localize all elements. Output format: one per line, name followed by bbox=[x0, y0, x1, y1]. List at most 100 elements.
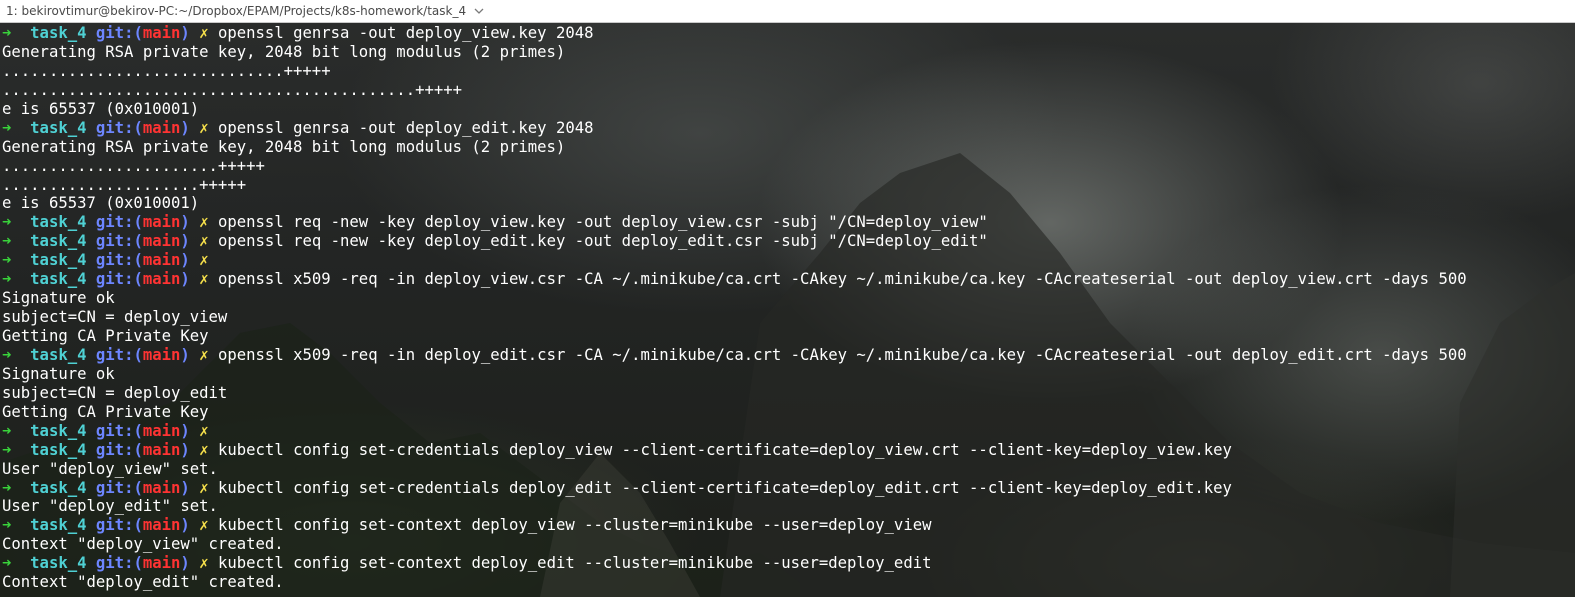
output-text: Getting CA Private Key bbox=[2, 327, 209, 345]
prompt-arrow: ➜ bbox=[2, 516, 12, 535]
output-text: e is 65537 (0x010001) bbox=[2, 99, 200, 118]
terminal-output: ➜ task_4 git:(main) ✗ openssl genrsa -ou… bbox=[2, 24, 1467, 592]
git-branch: main bbox=[142, 554, 181, 573]
git-label-close: ) bbox=[180, 516, 190, 535]
command-text: kubectl config set-credentials deploy_vi… bbox=[217, 440, 1232, 459]
output-text: Generating RSA private key, 2048 bit lon… bbox=[2, 137, 566, 156]
output-text: Generating RSA private key, 2048 bit lon… bbox=[2, 42, 566, 61]
terminal-tab[interactable]: 1: bekirovtimur@bekirov-PC:~/Dropbox/EPA… bbox=[0, 0, 485, 23]
output-text: Signature ok bbox=[2, 289, 115, 308]
git-branch: main bbox=[142, 478, 181, 497]
git-dirty-mark: ✗ bbox=[199, 421, 209, 440]
prompt-directory: task_4 bbox=[30, 440, 87, 459]
output-text: subject=CN = deploy_view bbox=[2, 308, 228, 327]
command-text: openssl genrsa -out deploy_edit.key 2048 bbox=[217, 118, 594, 137]
git-label-close: ) bbox=[180, 118, 190, 137]
output-line: Signature ok bbox=[2, 365, 1467, 384]
git-label-close: ) bbox=[180, 554, 190, 573]
git-label: git:( bbox=[95, 516, 143, 535]
command-text: kubectl config set-context deploy_edit -… bbox=[217, 554, 932, 573]
output-line: .......................+++++ bbox=[2, 157, 1467, 176]
output-line: ..............................+++++ bbox=[2, 62, 1467, 81]
prompt-arrow: ➜ bbox=[2, 440, 12, 459]
git-label-close: ) bbox=[180, 478, 190, 497]
output-line: Getting CA Private Key bbox=[2, 327, 1467, 346]
prompt-directory: task_4 bbox=[30, 270, 87, 289]
terminal-area[interactable]: ➜ task_4 git:(main) ✗ openssl genrsa -ou… bbox=[0, 23, 1575, 597]
chevron-down-icon[interactable] bbox=[473, 5, 485, 17]
prompt-arrow: ➜ bbox=[2, 118, 12, 137]
git-label: git:( bbox=[95, 213, 143, 232]
git-branch: main bbox=[142, 24, 181, 42]
git-dirty-mark: ✗ bbox=[199, 554, 209, 573]
git-dirty-mark: ✗ bbox=[199, 251, 209, 270]
command-text: openssl x509 -req -in deploy_edit.csr -C… bbox=[217, 345, 1467, 364]
git-dirty-mark: ✗ bbox=[199, 270, 209, 289]
git-branch: main bbox=[142, 345, 181, 364]
command-text: kubectl config set-context deploy_view -… bbox=[217, 516, 932, 535]
prompt-line: ➜ task_4 git:(main) ✗ kubectl config set… bbox=[2, 516, 1467, 535]
git-dirty-mark: ✗ bbox=[199, 24, 209, 42]
prompt-arrow: ➜ bbox=[2, 213, 12, 232]
git-branch: main bbox=[142, 213, 181, 232]
prompt-line: ➜ task_4 git:(main) ✗ bbox=[2, 251, 1467, 270]
output-line: subject=CN = deploy_view bbox=[2, 308, 1467, 327]
prompt-directory: task_4 bbox=[30, 516, 87, 535]
prompt-directory: task_4 bbox=[30, 24, 87, 42]
output-text: .....................+++++ bbox=[2, 175, 247, 194]
command-text: kubectl config set-credentials deploy_ed… bbox=[217, 478, 1232, 497]
prompt-directory: task_4 bbox=[30, 478, 87, 497]
output-line: Context "deploy_edit" created. bbox=[2, 573, 1467, 592]
prompt-directory: task_4 bbox=[30, 232, 87, 251]
output-text: e is 65537 (0x010001) bbox=[2, 194, 200, 213]
output-line: Generating RSA private key, 2048 bit lon… bbox=[2, 138, 1467, 157]
git-branch: main bbox=[142, 516, 181, 535]
git-label-close: ) bbox=[180, 232, 190, 251]
output-line: User "deploy_edit" set. bbox=[2, 497, 1467, 516]
prompt-directory: task_4 bbox=[30, 213, 87, 232]
output-text: User "deploy_edit" set. bbox=[2, 497, 218, 516]
git-dirty-mark: ✗ bbox=[199, 516, 209, 535]
prompt-line: ➜ task_4 git:(main) ✗ openssl x509 -req … bbox=[2, 270, 1467, 289]
output-line: Context "deploy_view" created. bbox=[2, 535, 1467, 554]
git-label: git:( bbox=[95, 24, 143, 42]
git-label-close: ) bbox=[180, 270, 190, 289]
prompt-directory: task_4 bbox=[30, 554, 87, 573]
git-label-close: ) bbox=[180, 345, 190, 364]
output-text: subject=CN = deploy_edit bbox=[2, 383, 228, 402]
command-text: openssl req -new -key deploy_view.key -o… bbox=[217, 213, 988, 232]
git-dirty-mark: ✗ bbox=[199, 345, 209, 364]
git-label: git:( bbox=[95, 251, 143, 270]
prompt-line: ➜ task_4 git:(main) ✗ bbox=[2, 422, 1467, 441]
git-dirty-mark: ✗ bbox=[199, 213, 209, 232]
output-line: ........................................… bbox=[2, 81, 1467, 100]
git-label: git:( bbox=[95, 421, 143, 440]
